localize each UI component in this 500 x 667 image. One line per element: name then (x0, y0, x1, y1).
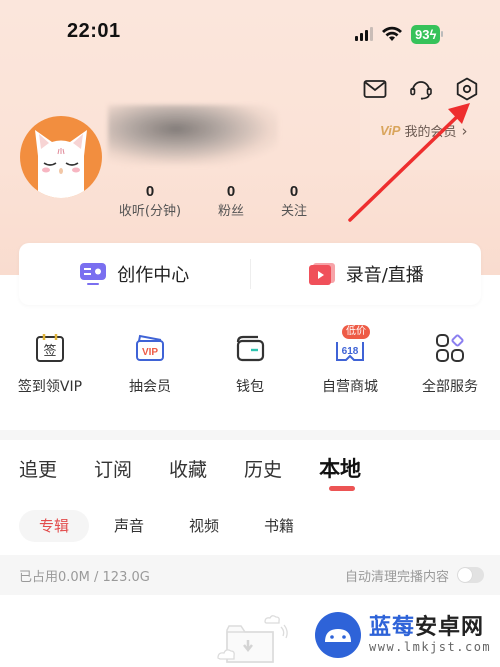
mall-618-icon: 618 低价 (332, 325, 370, 366)
vip-logo: ViP (380, 123, 401, 138)
sign-in-calendar-icon: 签 (32, 330, 68, 366)
watermark-text: 蓝莓安卓网 www.lmkjst.com (369, 616, 492, 655)
watermark-title-dark: 安卓网 (415, 615, 485, 640)
stat-label: 收听(分钟) (118, 204, 182, 219)
android-logo-icon (315, 612, 361, 658)
avatar[interactable] (20, 116, 102, 198)
section-divider (0, 430, 500, 440)
svg-text:618: 618 (342, 346, 359, 357)
svg-text:签: 签 (43, 343, 56, 359)
services-grid: 签 签到领VIP VIP 抽会员 钱包 618 低价 自营商城 全部服务 (0, 325, 500, 396)
subtab-albums[interactable]: 专辑 (19, 510, 90, 542)
record-live-icon (308, 263, 335, 285)
storage-bar: 已占用0.0M / 123.0G 自动清理完播内容 (0, 555, 500, 595)
auto-clean-label: 自动清理完播内容 (344, 569, 449, 585)
service-label: 全部服务 (422, 379, 478, 395)
stat-following[interactable]: 0 关注 (270, 183, 318, 221)
library-tabs: 追更 订阅 收藏 历史 本地 (19, 453, 362, 491)
my-membership-label: 我的会员 (404, 125, 457, 140)
status-time: 22:01 (67, 20, 121, 42)
svg-text:VIP: VIP (142, 347, 158, 358)
status-indicators: 93ϟ (355, 24, 444, 44)
tab-local[interactable]: 本地 (319, 453, 362, 491)
auto-clean-setting: 自动清理完播内容 (345, 566, 484, 585)
tab-subscriptions[interactable]: 订阅 (94, 455, 132, 483)
service-label: 自营商城 (322, 379, 378, 395)
stat-value: 0 (226, 183, 236, 200)
creation-card: 创作中心 录音/直播 (19, 243, 481, 305)
stat-followers[interactable]: 0 粉丝 (192, 183, 270, 221)
stat-label: 关注 (280, 204, 307, 219)
headset-icon[interactable] (408, 76, 434, 102)
creator-center-label: 创作中心 (117, 265, 190, 286)
cat-avatar-icon (35, 130, 87, 198)
battery-tip (441, 31, 444, 37)
service-label: 签到领VIP (17, 379, 83, 395)
chevron-right-icon: › (461, 121, 468, 140)
mail-icon[interactable] (362, 76, 388, 102)
subtab-videos[interactable]: 视频 (169, 510, 239, 542)
site-watermark: 蓝莓安卓网 www.lmkjst.com (315, 612, 491, 658)
tab-follow-updates[interactable]: 追更 (19, 455, 57, 483)
profile-stats: 0 收听(分钟) 0 粉丝 0 关注 (108, 183, 318, 221)
wifi-icon (382, 26, 402, 41)
username-redacted (108, 105, 278, 165)
service-draw-membership[interactable]: VIP 抽会员 (100, 330, 200, 396)
empty-folder-download-icon (217, 615, 288, 663)
settings-icon[interactable] (454, 76, 480, 102)
tab-local-label: 本地 (319, 457, 362, 481)
watermark-title-blue: 蓝莓 (369, 615, 416, 640)
service-label: 钱包 (236, 379, 264, 395)
service-wallet[interactable]: 钱包 (200, 330, 300, 396)
all-services-grid-icon (432, 330, 468, 366)
vip-card-icon: VIP (132, 330, 168, 366)
wallet-icon (232, 330, 268, 366)
auto-clean-toggle[interactable] (457, 567, 484, 583)
tab-history[interactable]: 历史 (244, 455, 282, 483)
signal-icon (355, 27, 373, 41)
stat-value: 0 (145, 183, 155, 200)
subtab-sounds[interactable]: 声音 (94, 510, 164, 542)
local-subtabs: 专辑 声音 视频 书籍 (19, 510, 319, 542)
battery-charging-icon: 93ϟ (411, 24, 441, 44)
record-live-button[interactable]: 录音/直播 (251, 243, 482, 305)
stat-listen-minutes[interactable]: 0 收听(分钟) (108, 183, 192, 221)
service-mall[interactable]: 618 低价 自营商城 (300, 325, 400, 396)
stat-label: 粉丝 (217, 204, 244, 219)
creator-center-icon (80, 263, 107, 285)
service-sign-in-vip[interactable]: 签 签到领VIP (0, 330, 100, 396)
service-all[interactable]: 全部服务 (400, 330, 500, 396)
battery-level: 93 (415, 26, 430, 42)
tab-favorites[interactable]: 收藏 (169, 455, 207, 483)
watermark-title: 蓝莓安卓网 (369, 616, 491, 640)
my-membership-link[interactable]: ViP 我的会员 › (380, 121, 468, 141)
low-price-badge: 低价 (342, 325, 370, 339)
active-tab-indicator (329, 486, 356, 491)
storage-used: 已占用0.0M / 123.0G (19, 569, 150, 585)
service-label: 抽会员 (129, 379, 171, 395)
subtab-books[interactable]: 书籍 (244, 510, 314, 542)
watermark-url: www.lmkjst.com (369, 640, 492, 654)
record-live-label: 录音/直播 (345, 265, 424, 286)
creator-center-button[interactable]: 创作中心 (19, 243, 250, 305)
stat-value: 0 (289, 183, 299, 200)
